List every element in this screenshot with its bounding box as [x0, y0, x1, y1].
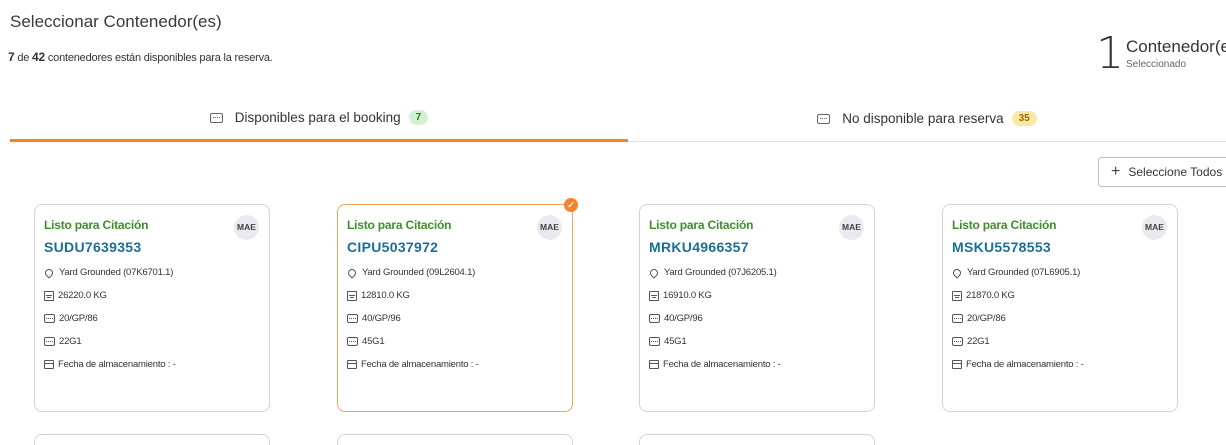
location-pin-icon	[648, 266, 660, 279]
location-pin-icon	[43, 266, 55, 279]
container-card[interactable]: Listo para Citación MAE SUDU7639353 Yard…	[34, 204, 270, 412]
tab-available-badge: 7	[408, 110, 429, 125]
card-weight: 12810.0 KG	[361, 290, 410, 301]
card-location: Yard Grounded (07L6905.1)	[967, 267, 1081, 278]
weight-icon	[649, 290, 659, 301]
available-count: 7	[8, 50, 15, 64]
card-size-type: 20/GP/86	[59, 313, 98, 324]
weight-icon	[44, 290, 54, 301]
card-location: Yard Grounded (07K6701.1)	[59, 267, 174, 278]
calendar-icon	[347, 360, 357, 369]
availability-connector: de	[17, 52, 30, 64]
location-pin-icon	[951, 266, 963, 279]
tab-available[interactable]: Disponibles para el booking 7	[10, 96, 628, 142]
card-storage-date: Fecha de almacenamiento : -	[966, 359, 1084, 370]
card-location: Yard Grounded (09L2604.1)	[362, 267, 476, 278]
selected-sub-label: Seleccionado	[1126, 59, 1187, 70]
card-storage-date: Fecha de almacenamiento : -	[361, 359, 479, 370]
selected-label: Contenedor(es)	[1126, 37, 1226, 56]
card-size-type: 40/GP/96	[362, 313, 401, 324]
card-location: Yard Grounded (07J6205.1)	[664, 267, 777, 278]
calendar-icon	[44, 360, 54, 369]
select-all-label: Seleccione Todos	[1128, 165, 1223, 179]
container-card[interactable]: Listo para Citación MAE MSKU5578553 Yard…	[942, 204, 1178, 412]
card-storage-date: Fecha de almacenamiento : -	[58, 359, 176, 370]
card-size-type: 40/GP/96	[664, 313, 703, 324]
iso-code-icon	[347, 337, 358, 346]
calendar-icon	[952, 360, 962, 369]
plus-icon: +	[1111, 163, 1121, 180]
container-icon	[209, 112, 223, 123]
container-size-icon	[649, 314, 660, 323]
container-tabs: Disponibles para el booking 7 No disponi…	[10, 96, 1226, 142]
card-weight: 16910.0 KG	[663, 290, 712, 301]
card-iso-code: 45G1	[362, 336, 385, 347]
container-card[interactable]	[639, 434, 875, 445]
carrier-avatar: MAE	[234, 215, 259, 240]
container-card-selected[interactable]: ✓ Listo para Citación MAE CIPU5037972 Ya…	[337, 198, 578, 412]
container-card[interactable]	[34, 434, 270, 445]
weight-icon	[347, 290, 357, 301]
container-size-icon	[952, 314, 963, 323]
select-all-button[interactable]: + Seleccione Todos	[1098, 157, 1226, 187]
availability-summary: 7 de 42 contenedores están disponibles p…	[8, 50, 273, 64]
weight-icon	[952, 290, 962, 301]
tab-available-label: Disponibles para el booking	[234, 110, 401, 125]
card-iso-code: 22G1	[59, 336, 82, 347]
page-title: Seleccionar Contenedor(es)	[10, 12, 222, 31]
tab-unavailable-badge: 35	[1011, 111, 1037, 126]
container-size-icon	[347, 314, 358, 323]
container-size-icon	[44, 314, 55, 323]
carrier-avatar: MAE	[537, 215, 562, 240]
iso-code-icon	[649, 337, 660, 346]
iso-code-icon	[952, 337, 963, 346]
total-count: 42	[32, 50, 45, 64]
container-icon	[817, 113, 831, 124]
carrier-avatar: MAE	[1142, 215, 1167, 240]
carrier-avatar: MAE	[839, 215, 864, 240]
card-size-type: 20/GP/86	[967, 313, 1006, 324]
tab-unavailable-label: No disponible para reserva	[842, 111, 1004, 126]
card-weight: 21870.0 KG	[966, 290, 1015, 301]
selected-summary: 1 Contenedor(es) Seleccionado	[1096, 28, 1226, 79]
calendar-icon	[649, 360, 659, 369]
card-iso-code: 45G1	[664, 336, 687, 347]
availability-text: contenedores están disponibles para la r…	[47, 52, 273, 64]
checkmark-icon: ✓	[564, 198, 578, 212]
container-card[interactable]	[337, 434, 573, 445]
container-id: SUDU7639353	[44, 239, 142, 255]
container-id: CIPU5037972	[347, 239, 439, 255]
iso-code-icon	[44, 337, 55, 346]
container-id: MSKU5578553	[952, 239, 1052, 255]
container-id: MRKU4966357	[649, 239, 749, 255]
container-card[interactable]: Listo para Citación MAE MRKU4966357 Yard…	[639, 204, 875, 412]
tab-unavailable[interactable]: No disponible para reserva 35	[628, 96, 1226, 141]
card-iso-code: 22G1	[967, 336, 990, 347]
card-storage-date: Fecha de almacenamiento : -	[663, 359, 781, 370]
location-pin-icon	[346, 266, 358, 279]
selected-count: 1	[1096, 28, 1124, 79]
card-weight: 26220.0 KG	[58, 290, 107, 301]
